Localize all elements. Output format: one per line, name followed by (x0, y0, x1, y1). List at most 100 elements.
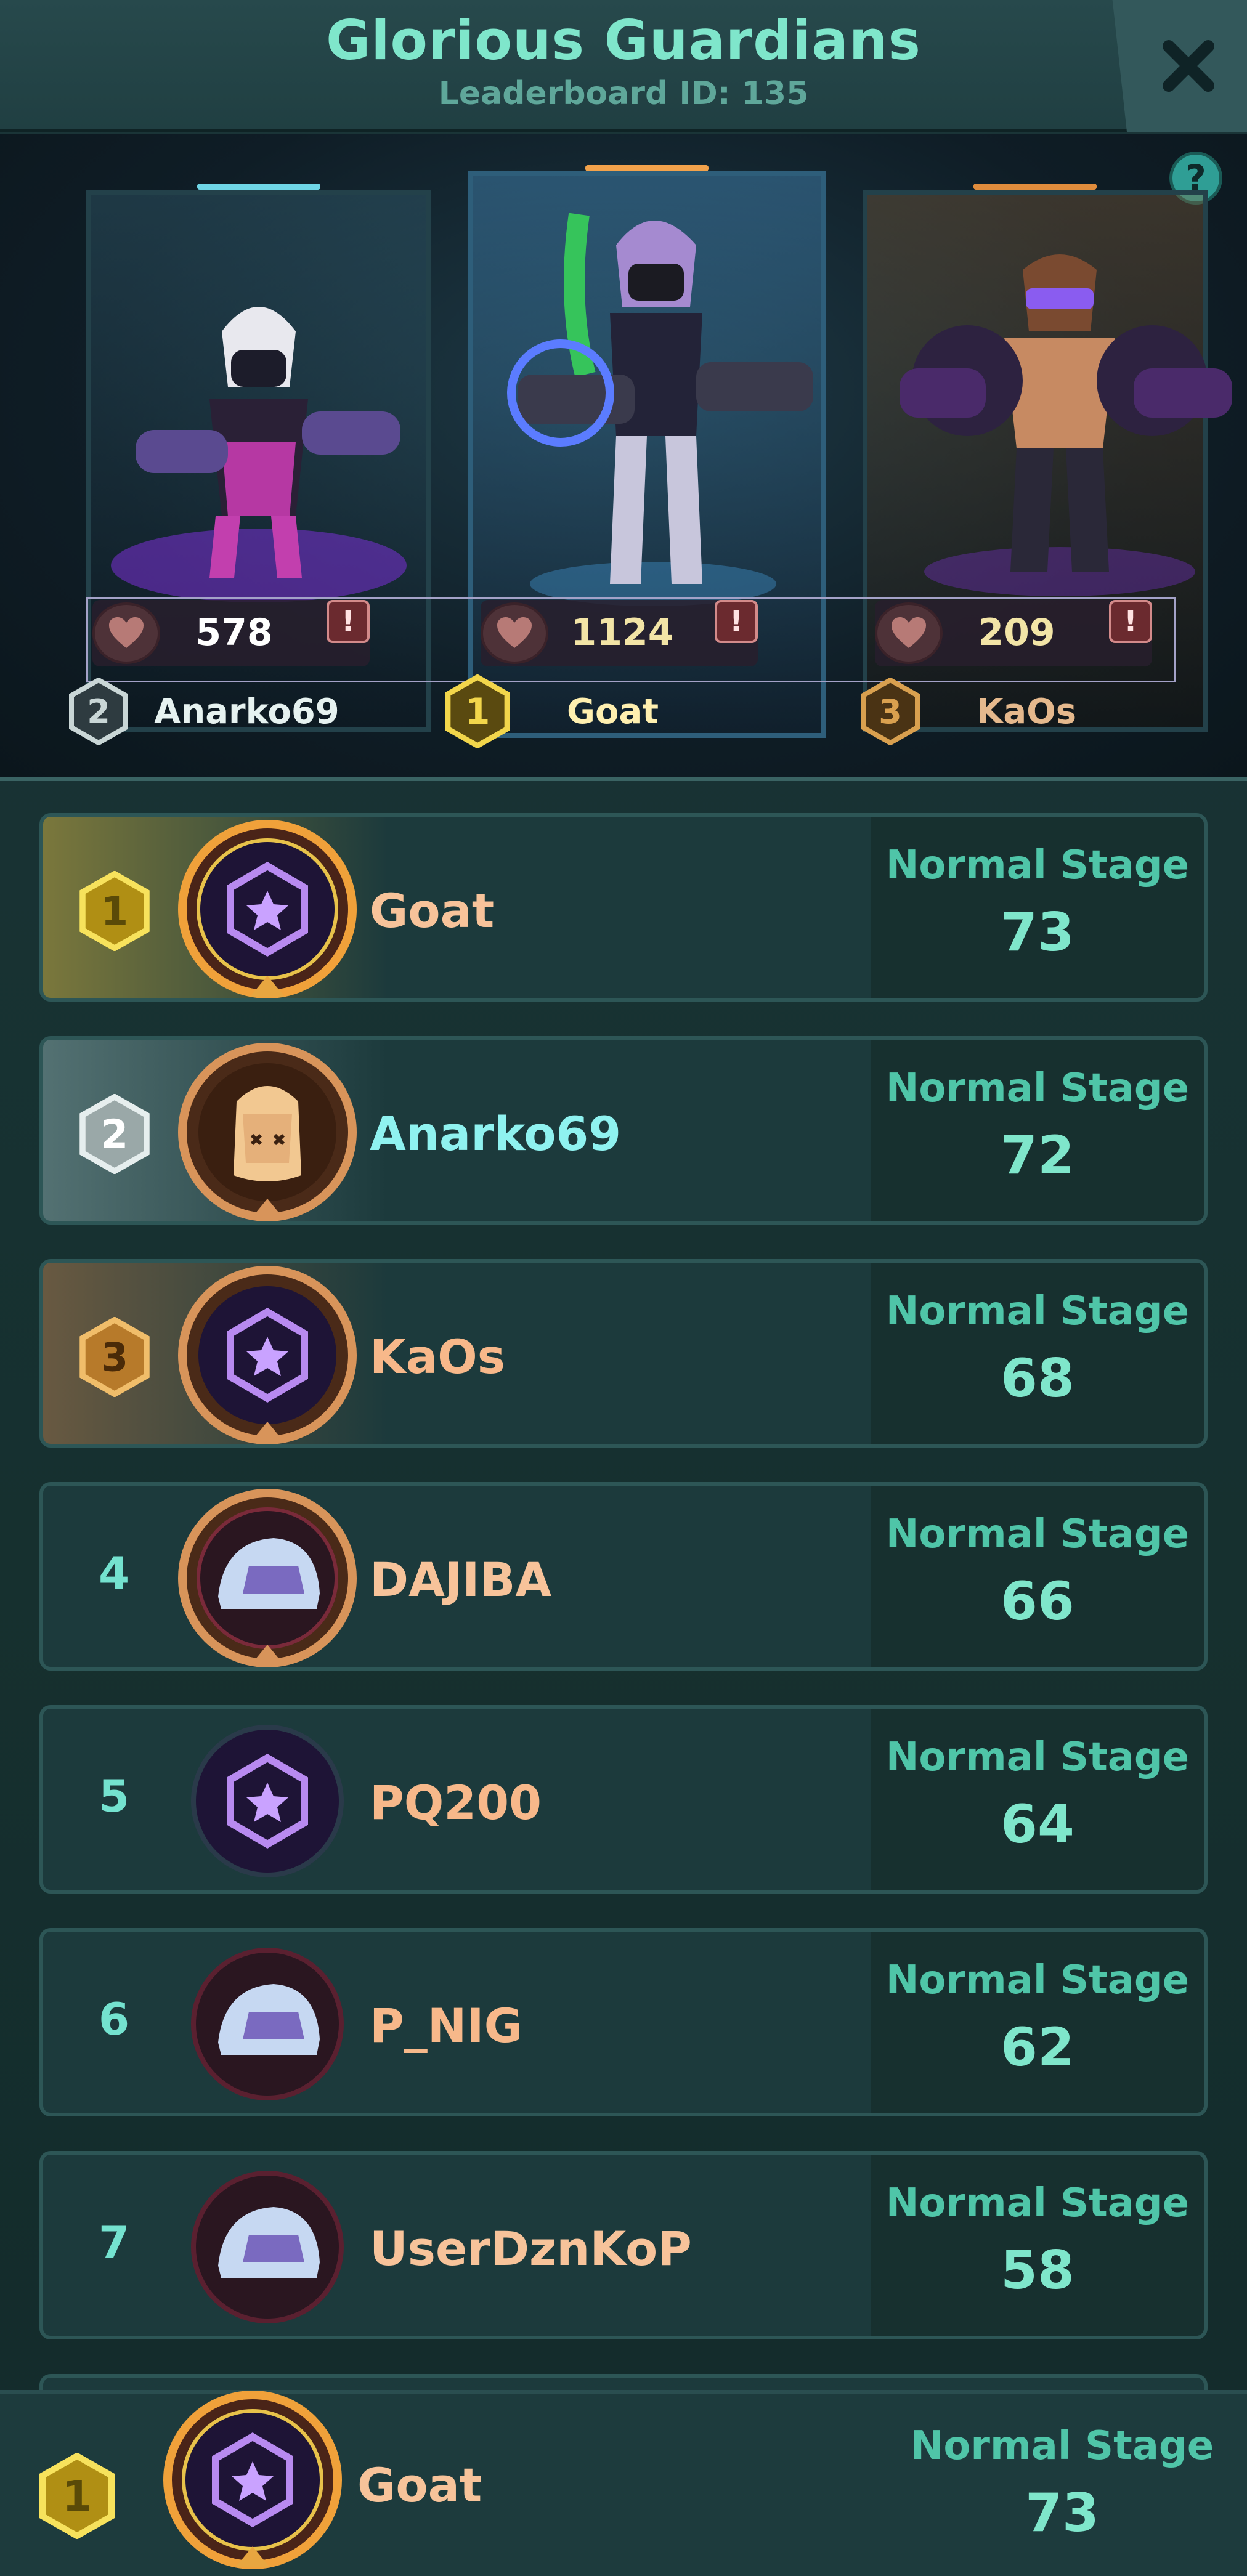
frame-accent (973, 184, 1097, 190)
avatar[interactable] (175, 1486, 360, 1671)
like-button[interactable] (481, 602, 548, 664)
like-button[interactable] (875, 602, 943, 664)
heart-icon (109, 617, 144, 648)
stage-value: 66 (1001, 1571, 1074, 1632)
rank-badge-icon: 3 (861, 678, 920, 745)
rank-badge-icon: 2 (69, 678, 128, 745)
report-button[interactable]: ! (715, 600, 758, 643)
podium-name: Anarko69 (154, 691, 339, 732)
frame-accent (585, 165, 709, 171)
player-name: UserDznKoP (370, 2221, 692, 2276)
player-name: PQ200 (370, 1775, 542, 1830)
avatar[interactable] (175, 1932, 360, 2116)
close-icon (1163, 40, 1214, 92)
rank-number: 5 (98, 1770, 130, 1822)
podium-entry-1[interactable]: 1 Goat (444, 674, 659, 748)
stage-value: 64 (1001, 1794, 1074, 1855)
rank-badge-icon: 1 (79, 871, 150, 951)
avatar[interactable] (175, 2155, 360, 2339)
report-icon: ! (1124, 604, 1137, 639)
rank-list[interactable]: 1 Goat Normal Stage 73 2 Anarko69 Normal… (0, 782, 1247, 2390)
svg-text:3: 3 (879, 692, 902, 731)
stage-panel: Normal Stage 68 (871, 1263, 1204, 1444)
rank-row[interactable]: 5 PQ200 Normal Stage 64 (39, 1705, 1208, 1894)
stage-value: 58 (1001, 2240, 1074, 2301)
rank-number: 7 (98, 2216, 130, 2268)
stage-panel: Normal Stage 73 (877, 2394, 1247, 2576)
avatar[interactable] (175, 1263, 360, 1448)
podium-entry-2[interactable]: 2 Anarko69 (68, 678, 339, 745)
rank-row[interactable]: 1 Goat Normal Stage 73 (39, 813, 1208, 1002)
like-button[interactable] (92, 602, 160, 664)
report-button[interactable]: ! (327, 600, 370, 643)
stage-label: Normal Stage (885, 1512, 1190, 1557)
stage-value: 72 (1001, 1125, 1074, 1186)
avatar[interactable] (175, 1040, 360, 1225)
stage-value: 73 (1001, 902, 1074, 963)
svg-text:1: 1 (101, 889, 128, 934)
page-title: Glorious Guardians (326, 9, 921, 72)
heart-icon (497, 617, 532, 648)
hero-figure-1[interactable] (493, 190, 813, 609)
rank-badge-icon: 3 (79, 1317, 150, 1397)
like-count: 1124 (571, 611, 674, 654)
rank-row[interactable]: 4 DAJIBA Normal Stage 66 (39, 1482, 1208, 1671)
svg-text:2: 2 (101, 1112, 128, 1157)
stage-label: Normal Stage (885, 1289, 1190, 1334)
player-name: P_NIG (370, 1998, 522, 2053)
like-box-3: 209 ! (875, 600, 1152, 666)
player-name: Anarko69 (370, 1106, 622, 1161)
podium-name: Goat (567, 691, 659, 732)
like-count: 209 (978, 611, 1055, 654)
header-bar: Glorious Guardians Leaderboard ID: 135 (0, 0, 1247, 132)
like-box-1: 1124 ! (481, 600, 758, 666)
report-icon: ! (729, 604, 743, 639)
avatar[interactable] (175, 1709, 360, 1894)
leaderboard-id: Leaderboard ID: 135 (438, 75, 809, 112)
rank-number: 4 (98, 1547, 130, 1599)
rank-row[interactable]: 6 P_NIG Normal Stage 62 (39, 1928, 1208, 2116)
stage-panel: Normal Stage 62 (871, 1932, 1204, 2113)
heart-icon (892, 617, 926, 648)
rank-row[interactable]: 2 Anarko69 Normal Stage 72 (39, 1036, 1208, 1225)
avatar[interactable] (160, 2388, 345, 2572)
svg-text:3: 3 (101, 1335, 128, 1380)
rank-row[interactable]: 7 UserDznKoP Normal Stage 58 (39, 2151, 1208, 2339)
podium-showcase: ? 578 ! 1124 ! 209 ! 2 Anarko69 1 Goat 3… (0, 134, 1247, 781)
stage-value: 73 (1025, 2482, 1099, 2544)
report-icon: ! (341, 604, 355, 639)
stage-label: Normal Stage (910, 2423, 1214, 2469)
player-name: DAJIBA (370, 1552, 552, 1607)
svg-text:1: 1 (465, 691, 490, 733)
rank-row[interactable]: 3 KaOs Normal Stage 68 (39, 1259, 1208, 1448)
stage-label: Normal Stage (885, 1958, 1190, 2003)
rank-badge-icon: 1 (39, 2453, 115, 2539)
hero-figure-2[interactable] (99, 257, 444, 602)
stage-panel: Normal Stage 64 (871, 1709, 1204, 1890)
stage-value: 62 (1001, 2017, 1074, 2078)
my-rank-bar[interactable]: 1 Goat Normal Stage 73 (0, 2390, 1247, 2576)
player-name: KaOs (370, 1329, 506, 1384)
podium-name: KaOs (977, 691, 1077, 732)
svg-text:2: 2 (87, 692, 110, 731)
player-name: Goat (357, 2458, 482, 2513)
rank-badge-icon: 2 (79, 1094, 150, 1174)
rank-number: 6 (98, 1993, 130, 2045)
stage-label: Normal Stage (885, 2181, 1190, 2226)
report-button[interactable]: ! (1109, 600, 1152, 643)
avatar[interactable] (175, 817, 360, 1002)
stage-label: Normal Stage (885, 1735, 1190, 1780)
like-box-2: 578 ! (92, 600, 370, 666)
like-count: 578 (195, 611, 273, 654)
player-name: Goat (370, 883, 495, 938)
stage-panel: Normal Stage 72 (871, 1040, 1204, 1221)
svg-text:1: 1 (62, 2472, 92, 2521)
stage-label: Normal Stage (885, 843, 1190, 888)
rank-badge-icon: 1 (445, 674, 510, 748)
stage-panel: Normal Stage 58 (871, 2155, 1204, 2336)
stage-label: Normal Stage (885, 1066, 1190, 1111)
frame-accent (197, 184, 320, 190)
stage-value: 68 (1001, 1348, 1074, 1409)
hero-figure-3[interactable] (875, 227, 1245, 596)
podium-entry-3[interactable]: 3 KaOs (859, 678, 1076, 745)
